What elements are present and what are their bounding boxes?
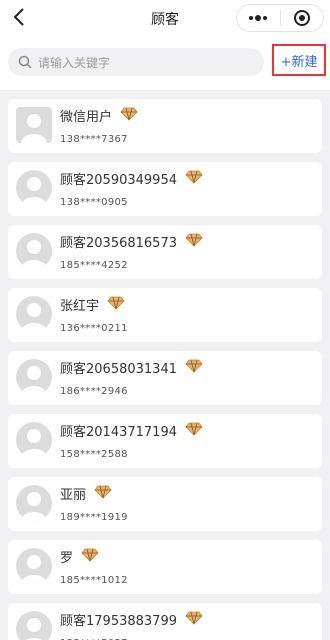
customer-name-row: 张红宇 (60, 295, 125, 314)
customer-card[interactable]: 顾客20143717194 158****2588 (8, 414, 322, 468)
customer-card[interactable]: 罗 185****1012 (8, 540, 322, 594)
customer-name-row: 顾客20590349954 (60, 169, 203, 188)
avatar (16, 296, 52, 332)
customer-name: 顾客20658031341 (60, 362, 177, 377)
customer-name-row: 罗 (60, 547, 99, 566)
diamond-icon (185, 359, 203, 377)
diamond-icon (185, 611, 203, 629)
diamond-icon (185, 170, 203, 188)
more-menu-icon[interactable] (237, 5, 280, 31)
top-bar: 顾客 (0, 0, 330, 34)
customer-name-row: 顾客17953883799 (60, 610, 203, 629)
customer-card[interactable]: 张红宇 136****0211 (8, 288, 322, 342)
avatar (16, 107, 52, 143)
avatar (16, 611, 52, 640)
customer-name: 微信用户 (60, 110, 113, 125)
customer-phone: 136****0211 (60, 323, 128, 334)
customer-name: 亚丽 (60, 488, 87, 503)
diamond-icon (81, 548, 99, 566)
customer-name: 罗 (60, 551, 74, 566)
avatar (16, 359, 52, 395)
customer-phone: 185****4252 (60, 260, 128, 271)
close-miniapp-icon[interactable] (281, 5, 324, 31)
customer-phone: 186****2946 (60, 386, 128, 397)
customer-list: 微信用户 138****7367 顾客20590349954 138****0905 顾… (0, 91, 330, 640)
customer-phone: 138****7367 (60, 134, 128, 145)
customer-phone: 158****2588 (60, 449, 128, 460)
diamond-icon (185, 422, 203, 440)
avatar (16, 170, 52, 206)
customer-name-row: 顾客20356816573 (60, 232, 203, 251)
customer-name-row: 顾客20658031341 (60, 358, 203, 377)
search-placeholder: 请输入关键字 (38, 55, 111, 70)
search-input[interactable]: 请输入关键字 (8, 48, 264, 76)
customer-name: 张红宇 (60, 299, 100, 314)
customer-name-row: 微信用户 (60, 106, 138, 125)
customer-name: 顾客17953883799 (60, 614, 177, 629)
search-row: 请输入关键字 +新建 (0, 34, 330, 91)
customer-name-row: 亚丽 (60, 484, 112, 503)
customer-name: 顾客20590349954 (60, 173, 177, 188)
customer-card[interactable]: 顾客20356816573 185****4252 (8, 225, 322, 279)
capsule-menu (236, 4, 324, 32)
customer-phone: 185****1012 (60, 575, 128, 586)
avatar (16, 485, 52, 521)
search-icon (18, 55, 32, 69)
customer-card[interactable]: 微信用户 138****7367 (8, 99, 322, 153)
avatar (16, 233, 52, 269)
diamond-icon (185, 233, 203, 251)
new-customer-button[interactable]: +新建 (272, 44, 326, 76)
customer-card[interactable]: 亚丽 189****1919 (8, 477, 322, 531)
customer-phone: 189****1919 (60, 512, 128, 523)
customer-card[interactable]: 顾客17953883799133****5027 (8, 603, 322, 640)
diamond-icon (120, 107, 138, 125)
diamond-icon (107, 296, 125, 314)
customer-name: 顾客20356816573 (60, 236, 177, 251)
avatar (16, 422, 52, 458)
customer-card[interactable]: 顾客20590349954 138****0905 (8, 162, 322, 216)
customer-card[interactable]: 顾客20658031341 186****2946 (8, 351, 322, 405)
customer-name: 顾客20143717194 (60, 425, 177, 440)
customer-name-row: 顾客20143717194 (60, 421, 203, 440)
customer-phone: 138****0905 (60, 197, 128, 208)
avatar (16, 548, 52, 584)
diamond-icon (94, 485, 112, 503)
